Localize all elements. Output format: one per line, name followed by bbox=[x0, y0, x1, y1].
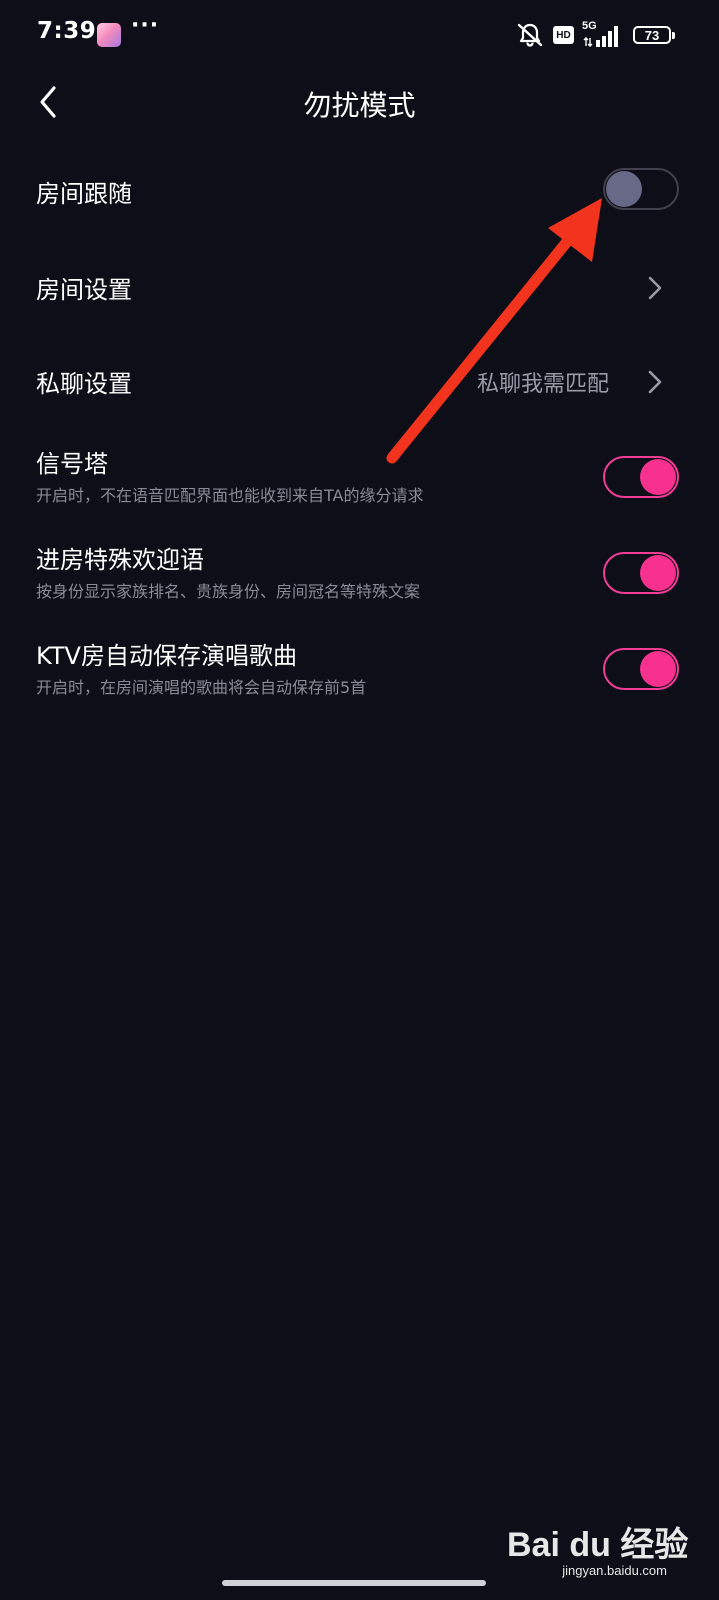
baidu-jingyan-watermark: Bai du 经验 jingyan.baidu.com bbox=[507, 1517, 688, 1581]
signal-tower-subtitle: 开启时，不在语音匹配界面也能收到来自TA的缘分请求 bbox=[36, 486, 424, 505]
hd-voice-icon: HD bbox=[553, 26, 574, 44]
toggle-knob bbox=[640, 459, 676, 495]
annotation-arrow bbox=[386, 198, 602, 464]
ktv-autosave-subtitle: 开启时，在房间演唱的歌曲将会自动保存前5首 bbox=[36, 678, 367, 697]
welcome-message-label: 进房特殊欢迎语 bbox=[36, 546, 204, 574]
watermark-logo: Bai du 经验 bbox=[507, 1526, 689, 1564]
status-time: 7:39 bbox=[37, 18, 97, 44]
app-notification-icon bbox=[97, 23, 121, 47]
home-indicator[interactable] bbox=[222, 1580, 486, 1586]
battery-level: 73 bbox=[644, 27, 660, 43]
room-settings-label: 房间设置 bbox=[36, 276, 132, 304]
system-icons: HD 5G 73 bbox=[516, 20, 675, 49]
room-follow-label: 房间跟随 bbox=[36, 180, 132, 208]
welcome-message-subtitle: 按身份显示家族排名、贵族身份、房间冠名等特殊文案 bbox=[36, 582, 421, 601]
status-bar: 7:39 ··· HD 5G 73 bbox=[0, 0, 719, 72]
battery-icon: 73 bbox=[633, 26, 675, 44]
chevron-right-icon bbox=[648, 370, 662, 394]
welcome-message-toggle[interactable] bbox=[603, 552, 679, 594]
setting-row-welcome-message: 进房特殊欢迎语 按身份显示家族排名、贵族身份、房间冠名等特殊文案 bbox=[0, 532, 719, 612]
private-chat-label: 私聊设置 bbox=[36, 370, 132, 398]
toggle-knob bbox=[640, 555, 676, 591]
page-title: 勿扰模式 bbox=[303, 89, 416, 122]
ktv-autosave-label: KTV房自动保存演唱歌曲 bbox=[36, 642, 297, 670]
ktv-autosave-toggle[interactable] bbox=[603, 648, 679, 690]
bell-muted-icon bbox=[517, 23, 543, 47]
top-nav-bar: 勿扰模式 bbox=[0, 72, 719, 132]
setting-row-ktv-autosave: KTV房自动保存演唱歌曲 开启时，在房间演唱的歌曲将会自动保存前5首 bbox=[0, 628, 719, 708]
cellular-signal-icon: 5G bbox=[582, 20, 624, 48]
watermark-url: jingyan.baidu.com bbox=[562, 1563, 667, 1578]
toggle-knob bbox=[640, 651, 676, 687]
more-notifications-icon: ··· bbox=[131, 13, 160, 38]
signal-tower-label: 信号塔 bbox=[36, 450, 108, 478]
chevron-right-icon bbox=[648, 276, 662, 300]
